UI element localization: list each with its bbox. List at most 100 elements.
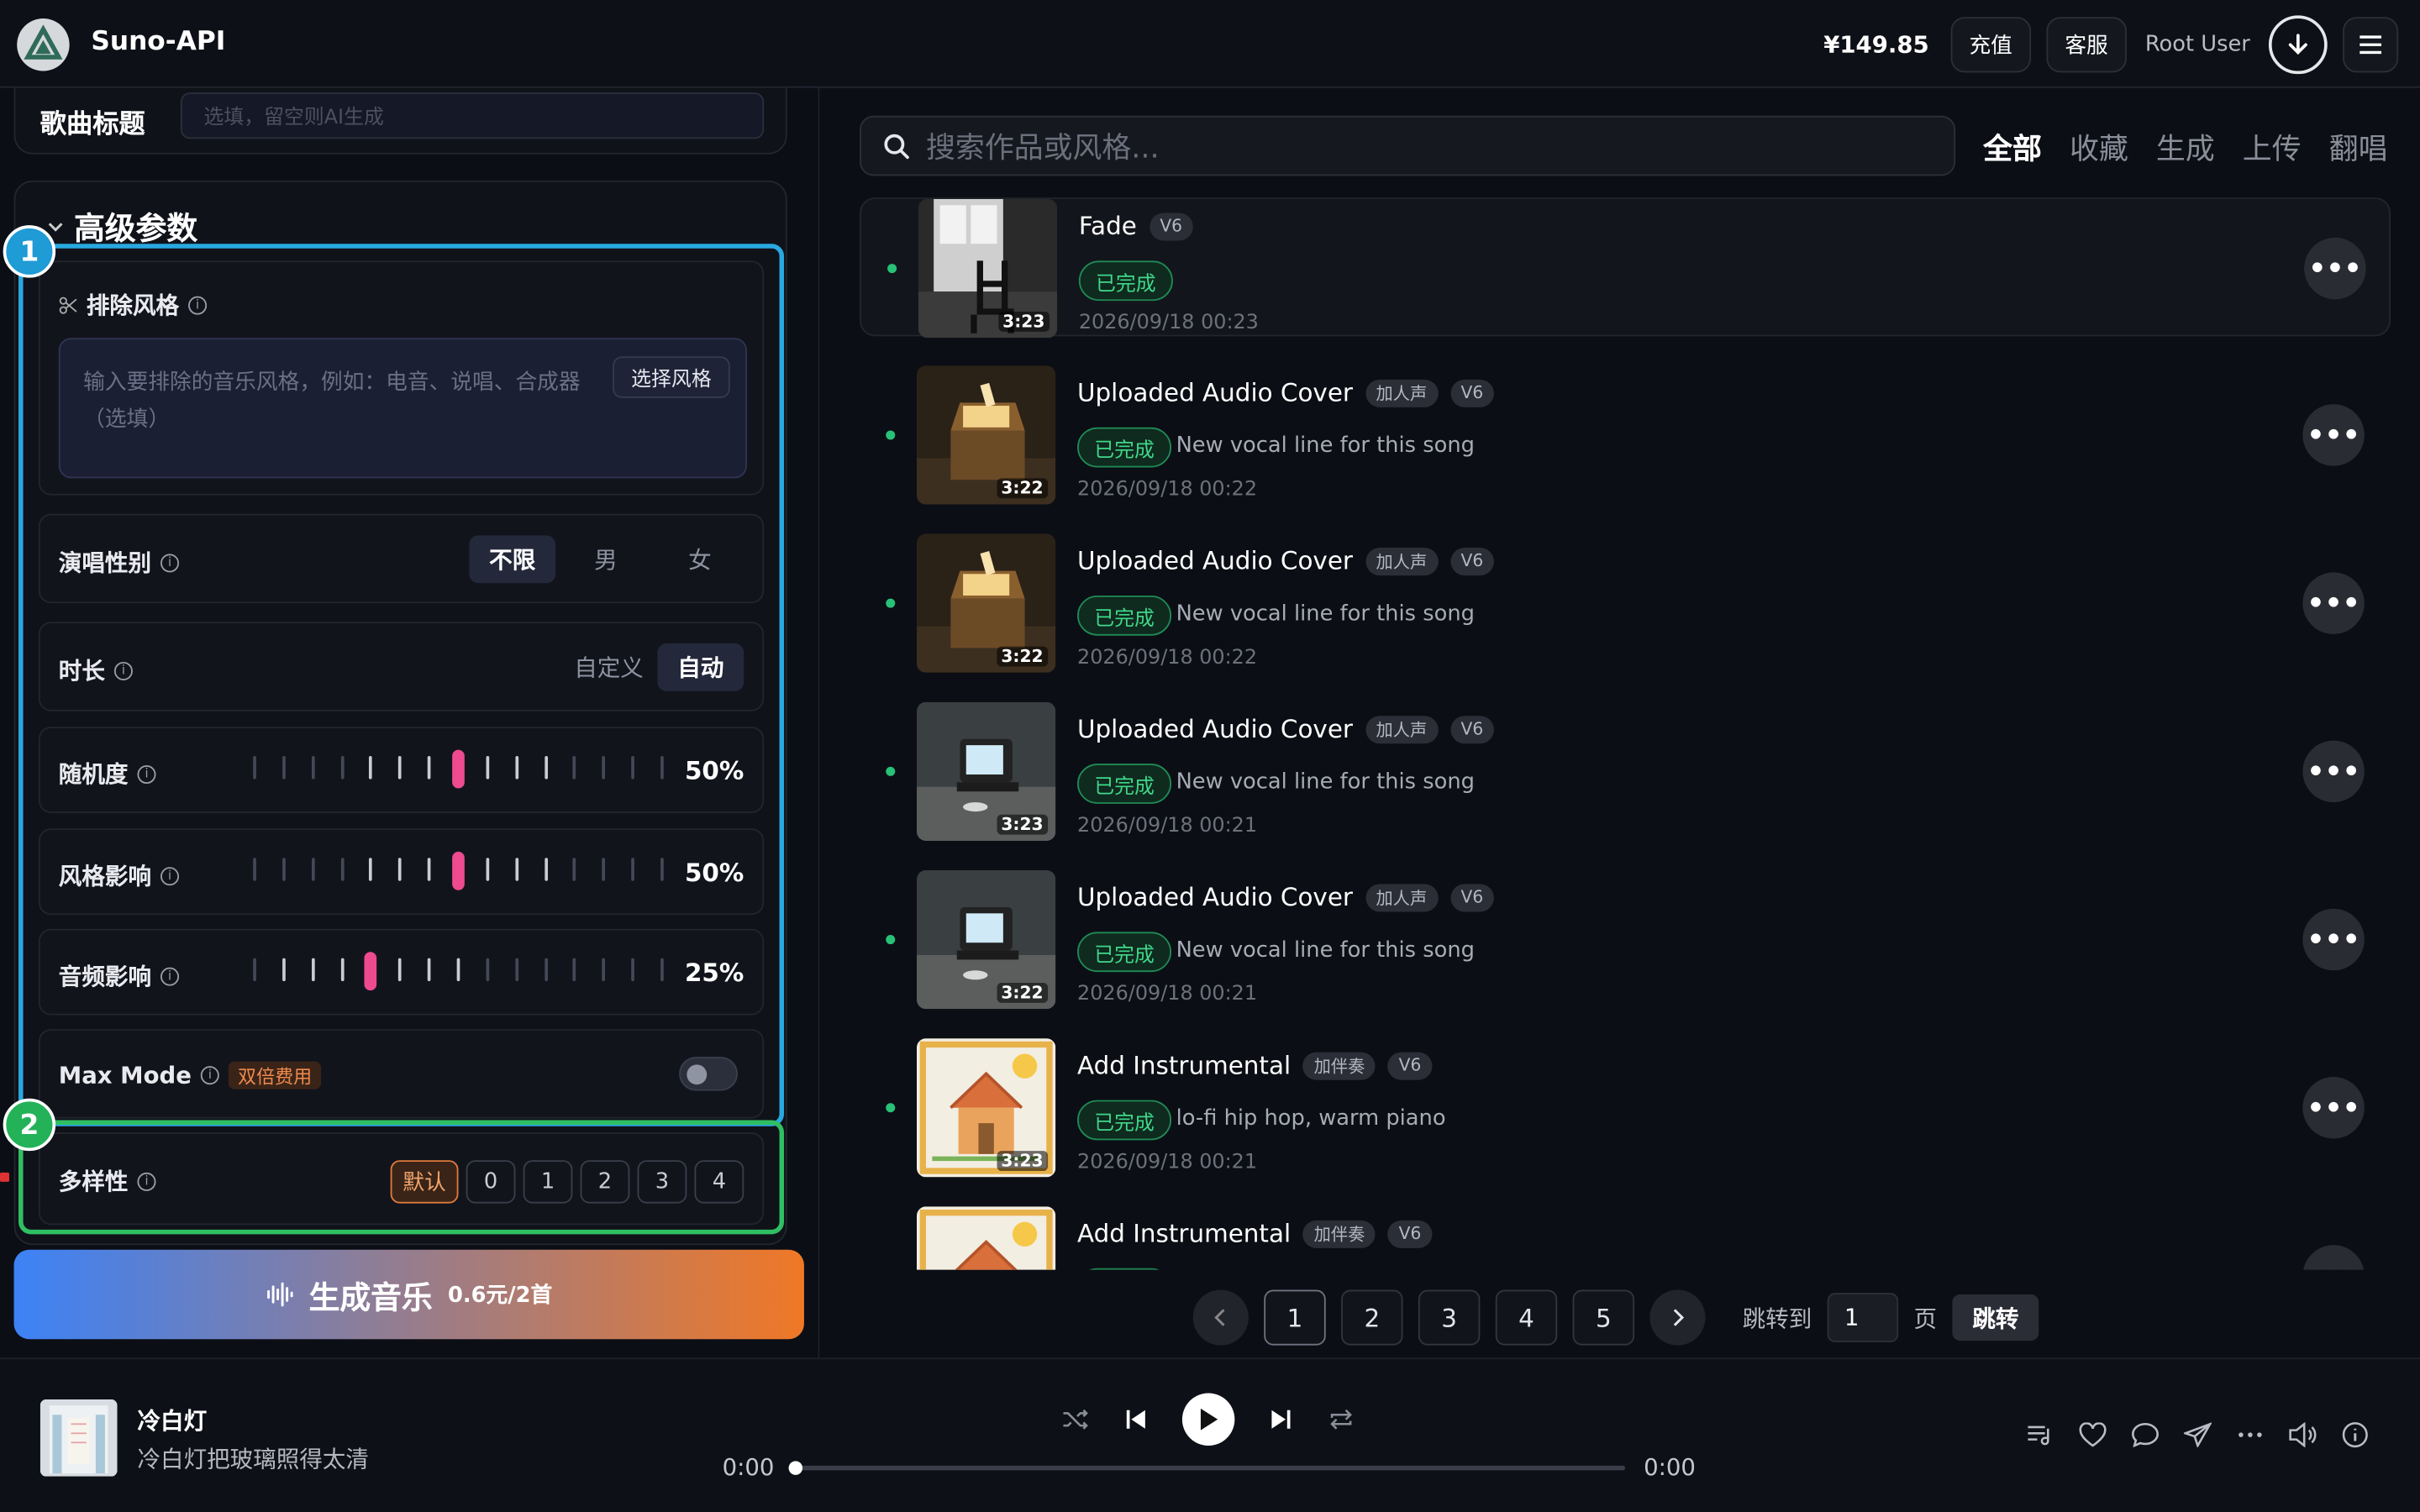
track-cover[interactable]: 3:23	[918, 198, 1058, 339]
generate-music-label: 生成音乐	[308, 1278, 433, 1315]
track-description: New vocal line for this song	[1176, 937, 1475, 963]
search-placeholder: 搜索作品或风格...	[926, 131, 1160, 165]
track-tag: 加人声	[1365, 378, 1439, 407]
tab-covers[interactable]: 翻唱	[2329, 127, 2388, 169]
previous-track-icon[interactable]	[1123, 1407, 1148, 1431]
next-track-icon[interactable]	[1269, 1407, 1293, 1431]
marker-1: 1	[3, 225, 56, 278]
page-button-3[interactable]: 3	[1418, 1289, 1481, 1346]
page-button-2[interactable]: 2	[1341, 1289, 1403, 1346]
track-row[interactable]: Add Instrumental 加伴奏 V6 已完成 •••	[860, 1206, 2391, 1270]
status-badge: 已完成	[1077, 1268, 1172, 1270]
more-options-icon[interactable]: •••	[2302, 1245, 2365, 1270]
page-button-4[interactable]: 4	[1495, 1289, 1558, 1346]
status-dot	[886, 430, 896, 440]
tab-generated[interactable]: 生成	[2156, 127, 2215, 169]
user-name[interactable]: Root User	[2145, 33, 2250, 57]
support-button[interactable]: 客服	[2046, 17, 2127, 73]
menu-icon[interactable]	[2343, 17, 2399, 73]
track-row[interactable]: 3:23 Fade V6 已完成 2026/09/18 00:23 •••	[860, 197, 2391, 339]
song-title-input[interactable]: 选填，留空则AI生成	[180, 92, 765, 139]
track-cover[interactable]: 3:22	[916, 365, 1056, 505]
track-cover[interactable]: 3:22	[916, 533, 1056, 673]
track-tag: 加人声	[1365, 547, 1439, 575]
track-description: New vocal line for this song	[1176, 769, 1475, 795]
volume-icon[interactable]	[2289, 1422, 2317, 1447]
track-row[interactable]: 3:23 Uploaded Audio Cover 加人声 V6 已完成 New v…	[860, 701, 2391, 842]
download-icon[interactable]	[2268, 15, 2328, 75]
track-duration: 3:23	[997, 312, 1050, 332]
track-title[interactable]: Uploaded Audio Cover	[1077, 714, 1353, 743]
page-button-1[interactable]: 1	[1264, 1289, 1326, 1346]
playback-controls	[1062, 1393, 1355, 1446]
progress-knob[interactable]	[788, 1461, 803, 1475]
playlist-icon[interactable]	[2027, 1422, 2054, 1446]
track-title-group: Uploaded Audio Cover 加人声 V6	[1077, 714, 1495, 743]
track-tag: V6	[1387, 1219, 1433, 1247]
more-options-icon[interactable]: •••	[2302, 572, 2365, 634]
track-tag: V6	[1449, 715, 1495, 743]
track-row[interactable]: 3:22 Uploaded Audio Cover 加人声 V6 已完成 New v…	[860, 533, 2391, 673]
track-title[interactable]: Add Instrumental	[1077, 1051, 1291, 1080]
track-title[interactable]: Fade	[1079, 212, 1137, 241]
info-icon[interactable]	[2341, 1421, 2369, 1449]
player-actions	[2027, 1421, 2370, 1449]
track-date: 2026/09/18 00:23	[1078, 312, 1259, 335]
track-description: New vocal line for this song	[1176, 601, 1475, 627]
track-row[interactable]: 3:22 Uploaded Audio Cover 加人声 V6 已完成 New v…	[860, 365, 2391, 505]
jump-to-label: 跳转到	[1742, 1304, 1812, 1332]
track-duration: 3:22	[996, 478, 1049, 499]
heart-icon[interactable]	[2079, 1422, 2107, 1447]
track-tag: 加人声	[1365, 883, 1439, 911]
generate-music-button[interactable]: 生成音乐 0.6元/2首	[13, 1249, 804, 1340]
track-title[interactable]: Uploaded Audio Cover	[1077, 546, 1353, 575]
search-input[interactable]: 搜索作品或风格...	[860, 115, 1956, 176]
track-title[interactable]: Uploaded Audio Cover	[1077, 883, 1353, 912]
jump-page-input[interactable]: 1	[1827, 1293, 1899, 1342]
track-tag: V6	[1387, 1051, 1433, 1079]
status-dot	[887, 264, 897, 274]
more-options-icon[interactable]: •••	[2302, 908, 2365, 971]
track-cover[interactable]: 3:23	[916, 1038, 1056, 1178]
tab-all[interactable]: 全部	[1983, 127, 2042, 169]
prev-page-icon[interactable]	[1192, 1289, 1249, 1346]
more-options-icon[interactable]: •••	[2302, 740, 2365, 803]
page-button-5[interactable]: 5	[1572, 1289, 1635, 1346]
tab-uploaded[interactable]: 上传	[2243, 127, 2302, 169]
shuffle-icon[interactable]	[1062, 1407, 1090, 1431]
status-dot	[886, 766, 896, 776]
recharge-button[interactable]: 充值	[1950, 17, 2031, 73]
more-options-icon[interactable]: •••	[2302, 404, 2365, 466]
now-playing-subtitle: 冷白灯把玻璃照得太清	[137, 1445, 369, 1474]
track-row[interactable]: 3:23 Add Instrumental 加伴奏 V6 已完成 lo-fi hip…	[860, 1038, 2391, 1178]
now-playing-title: 冷白灯	[137, 1407, 208, 1436]
chevron-down-icon	[48, 222, 63, 231]
tab-favorites[interactable]: 收藏	[2070, 127, 2128, 169]
player-bar: 冷白灯 冷白灯把玻璃照得太清 0:00 0:00	[0, 1357, 2420, 1512]
track-row[interactable]: 3:22 Uploaded Audio Cover 加人声 V6 已完成 New v…	[860, 869, 2391, 1010]
brand-name: Suno-API	[91, 26, 226, 57]
more-options-icon[interactable]: •••	[2302, 1077, 2365, 1139]
advanced-params-header[interactable]: 高级参数	[46, 203, 197, 248]
song-title-label: 歌曲标题	[39, 109, 145, 141]
logo-icon[interactable]	[17, 18, 70, 71]
next-page-icon[interactable]	[1649, 1289, 1706, 1346]
track-title[interactable]: Add Instrumental	[1077, 1219, 1291, 1248]
more-options-icon[interactable]: •••	[2304, 237, 2366, 300]
progress-bar[interactable]	[788, 1461, 1626, 1475]
track-duration: 3:23	[996, 814, 1049, 835]
search-icon	[884, 133, 909, 159]
more-icon[interactable]	[2236, 1422, 2264, 1446]
share-icon[interactable]	[2183, 1422, 2212, 1447]
repeat-icon[interactable]	[1328, 1407, 1355, 1431]
jump-button[interactable]: 跳转	[1952, 1294, 2039, 1341]
track-cover[interactable]: 3:22	[916, 869, 1056, 1010]
now-playing-cover[interactable]	[39, 1399, 118, 1477]
play-button[interactable]	[1181, 1393, 1235, 1446]
comment-icon[interactable]	[2131, 1422, 2159, 1447]
total-time: 0:00	[1644, 1453, 1696, 1482]
track-title[interactable]: Uploaded Audio Cover	[1077, 378, 1353, 407]
track-cover[interactable]	[916, 1206, 1056, 1270]
highlight-box-1	[18, 244, 785, 1126]
track-cover[interactable]: 3:23	[916, 701, 1056, 842]
